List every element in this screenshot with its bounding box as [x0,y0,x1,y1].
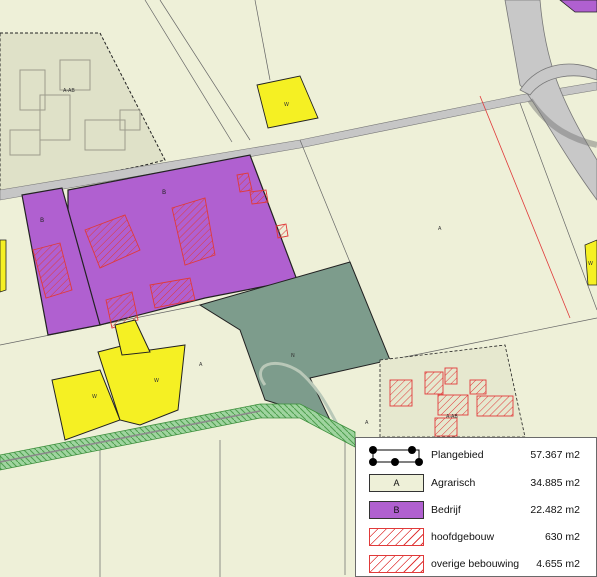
legend-row-hoofdgebouw: hoofdgebouw 630 m2 [356,524,596,548]
label-a-bottom-right: A [365,420,369,426]
legend-label: Plangebied [431,449,484,461]
label-w-right: W [588,261,593,267]
plangebied-symbol [369,446,424,466]
label-n: N [291,353,295,359]
legend-label: overige bebouwing [431,558,520,570]
map-legend: Plangebied 57.367 m2 A Agrarisch 34.885 … [355,437,597,577]
legend-value: 22.482 m2 [530,504,580,516]
legend-row-overige-bebouwing: overige bebouwing 4.655 m2 [356,551,596,575]
legend-label: Bedrijf [431,504,461,516]
label-a-ab-bottom: A-AB [446,414,458,420]
label-a-ab-topleft: A-AB [63,88,75,94]
legend-row-plangebied: Plangebied 57.367 m2 [356,442,596,466]
legend-value: 34.885 m2 [530,477,580,489]
label-b-left: B [40,217,44,224]
legend-row-agrarisch: A Agrarisch 34.885 m2 [356,470,596,494]
legend-label: hoofdgebouw [431,531,495,543]
legend-value: 630 m2 [544,531,580,543]
agrarisch-symbol: A [369,474,424,492]
label-w-mid: W [154,378,159,384]
legend-value: 57.367 m2 [530,449,580,461]
label-a-right: A [438,226,442,232]
label-w-left: W [92,394,97,400]
legend-row-bedrijf: B Bedrijf 22.482 m2 [356,497,596,521]
legend-label: Agrarisch [431,477,476,489]
label-a-bottom: A [199,362,203,368]
bedrijf-symbol: B [369,501,424,519]
label-b-main: B [162,189,166,196]
overige-bebouwing-hatch-symbol [369,555,424,573]
map-viewport: A-AB A A A A-AB B B W W W W N Plangebied [0,0,597,577]
plangebied-dots-icon [369,446,423,466]
hoofdgebouw-hatch-symbol [369,528,424,546]
label-w-top: W [284,102,289,108]
wonen-parcel-farleft [0,239,7,293]
legend-value: 4.655 m2 [536,558,580,570]
